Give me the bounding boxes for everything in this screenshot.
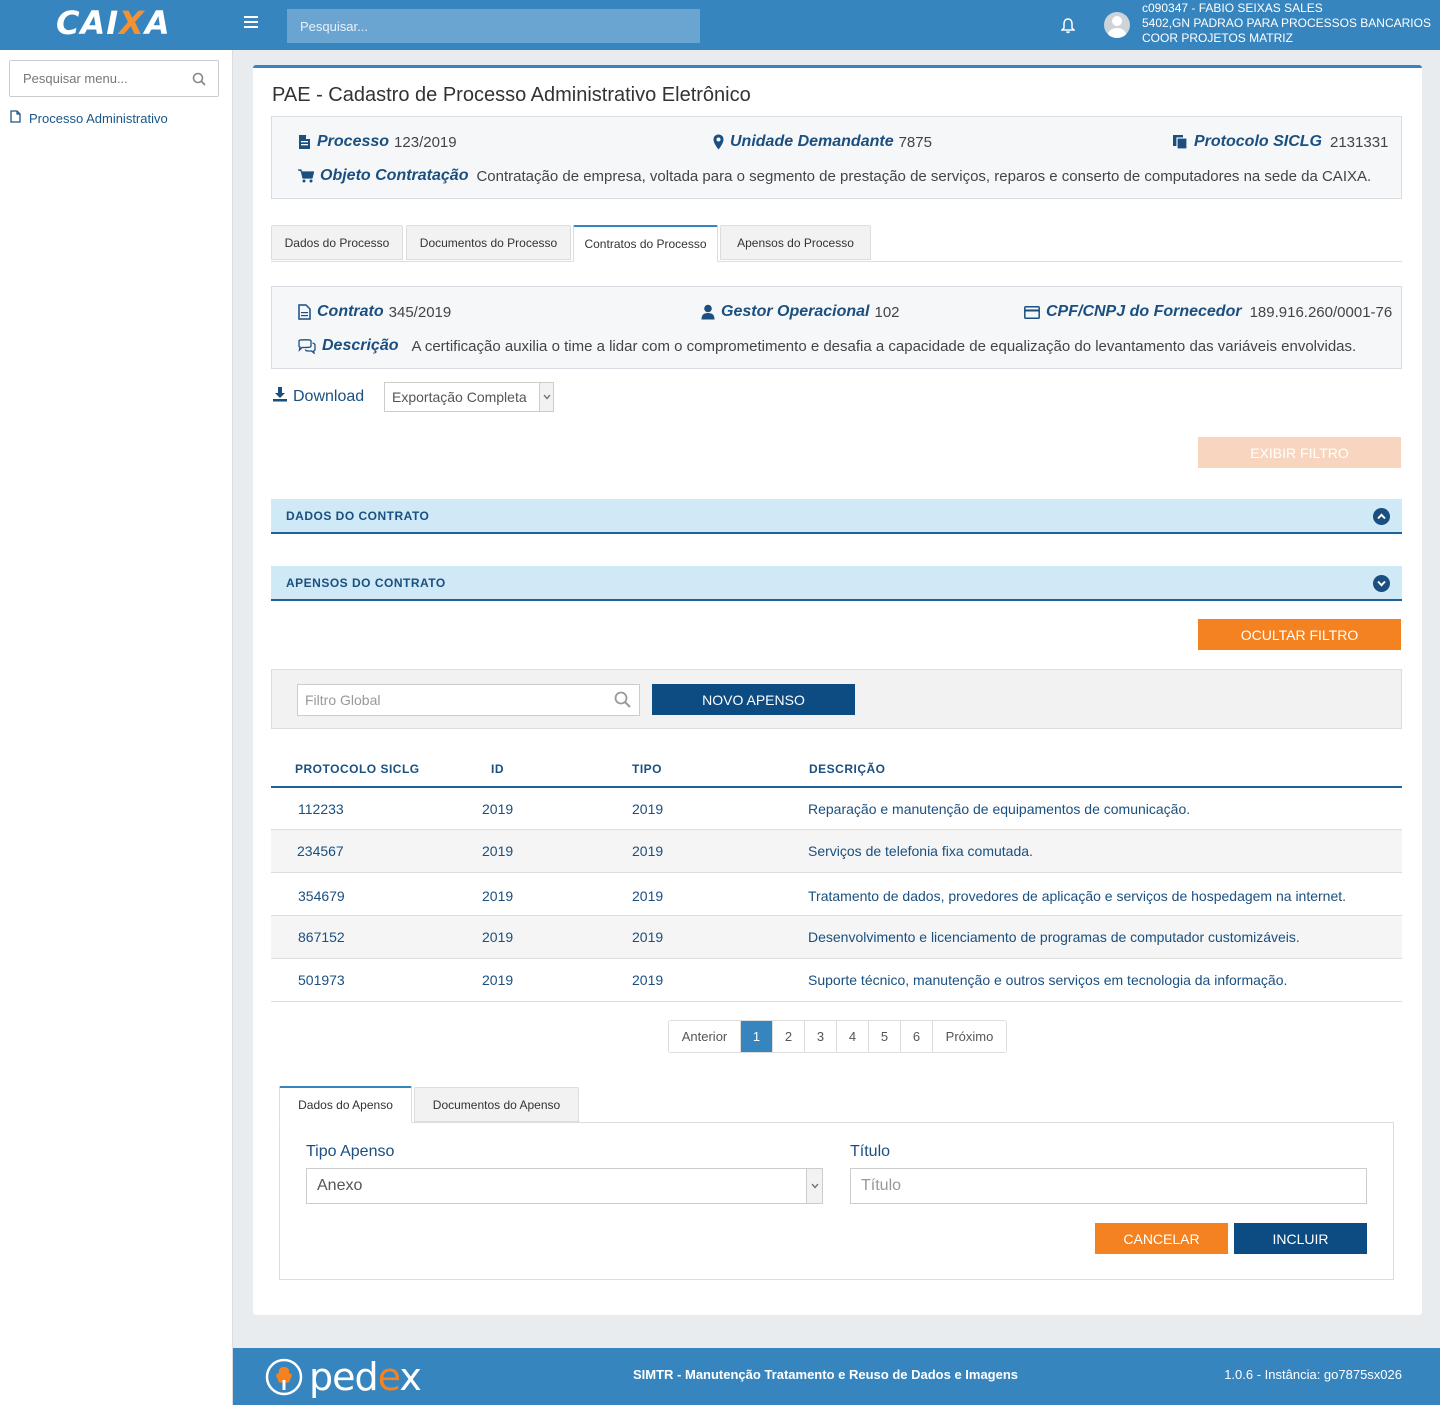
novo-apenso-button[interactable]: NOVO APENSO — [652, 684, 855, 715]
pagination-page[interactable]: 4 — [837, 1021, 869, 1052]
titulo-input[interactable] — [851, 1169, 1366, 1203]
cpf-cnpj-field: CPF/CNPJ do Fornecedor 189.916.260/0001-… — [1024, 303, 1392, 321]
pagination-page[interactable]: 1 — [741, 1021, 773, 1052]
pagination-page[interactable]: 2 — [773, 1021, 805, 1052]
dados-contrato-accordion[interactable]: DADOS DO CONTRATO — [271, 499, 1402, 534]
sidebar-item-label: Processo Administrativo — [29, 110, 168, 126]
filtro-global-input[interactable] — [298, 685, 598, 715]
process-tabs: Dados do Processo Documentos do Processo… — [271, 225, 1402, 262]
page-title: PAE - Cadastro de Processo Administrativ… — [272, 84, 751, 106]
user-name: c090347 - FABIO SEIXAS SALES — [1142, 1, 1323, 15]
download-button[interactable]: Download — [272, 386, 364, 407]
contract-info-box: Contrato 345/2019 Gestor Operacional 102… — [271, 286, 1402, 369]
bell-icon[interactable] — [1060, 18, 1076, 34]
pagination-page[interactable]: 6 — [901, 1021, 933, 1052]
user-icon — [701, 304, 715, 320]
ocultar-filtro-button[interactable]: OCULTAR FILTRO — [1198, 619, 1401, 650]
tipo-apenso-select[interactable]: Anexo — [306, 1168, 823, 1204]
pagination: Anterior 1 2 3 4 5 6 Próximo — [668, 1020, 1007, 1053]
column-header-tipo[interactable]: TIPO — [632, 762, 662, 776]
credit-card-icon — [1024, 305, 1040, 319]
processo-field: Processo 123/2019 — [298, 133, 457, 151]
pagination-previous[interactable]: Anterior — [669, 1021, 741, 1052]
map-marker-icon — [713, 134, 724, 150]
tree-icon — [265, 1358, 303, 1396]
pagination-next[interactable]: Próximo — [933, 1021, 1006, 1052]
column-header-id[interactable]: ID — [491, 762, 504, 776]
exibir-filtro-button[interactable]: EXIBIR FILTRO — [1198, 437, 1401, 468]
cancelar-button[interactable]: CANCELAR — [1095, 1223, 1228, 1254]
apensos-table: PROTOCOLO SICLG ID TIPO DESCRIÇÃO 112233… — [271, 751, 1402, 1002]
contrato-field: Contrato 345/2019 — [298, 303, 451, 321]
comments-icon — [298, 338, 316, 354]
hamburger-menu-icon[interactable] — [244, 16, 258, 30]
chevron-up-icon[interactable] — [1373, 508, 1390, 525]
tipo-apenso-label: Tipo Apenso — [306, 1143, 395, 1160]
tab-dados-apenso[interactable]: Dados do Apenso — [279, 1086, 412, 1123]
filtro-global — [297, 684, 640, 716]
tab-contratos-processo[interactable]: Contratos do Processo — [573, 225, 718, 262]
file-icon — [298, 304, 311, 320]
main-panel: PAE - Cadastro de Processo Administrativ… — [253, 65, 1422, 1315]
user-unit: COOR PROJETOS MATRIZ — [1142, 31, 1293, 45]
sidebar-search — [9, 60, 219, 97]
gestor-field: Gestor Operacional 102 — [701, 303, 900, 321]
search-icon[interactable] — [614, 691, 631, 711]
global-search-input[interactable] — [287, 9, 700, 43]
footer: pedex SIMTR - Manutenção Tratamento e Re… — [233, 1348, 1440, 1405]
download-icon — [272, 386, 288, 407]
top-navbar: CAIXA c090347 - FABIO SEIXAS SALES 5402,… — [0, 0, 1440, 50]
descricao-field: Descrição A certificação auxilia o time … — [298, 337, 1356, 355]
apensos-contrato-accordion[interactable]: APENSOS DO CONTRATO — [271, 566, 1402, 601]
footer-version: 1.0.6 - Instância: go7875sx026 — [1224, 1367, 1402, 1382]
user-role: 5402,GN PADRAO PARA PROCESSOS BANCARIOS — [1142, 16, 1431, 30]
apenso-form: Tipo Apenso Anexo Título CANCELAR INCLUI… — [279, 1122, 1394, 1280]
user-info[interactable]: c090347 - FABIO SEIXAS SALES 5402,GN PAD… — [1142, 1, 1431, 46]
export-type-select[interactable]: Exportação Completa — [384, 382, 554, 412]
column-header-protocolo[interactable]: PROTOCOLO SICLG — [295, 762, 420, 776]
table-header: PROTOCOLO SICLG ID TIPO DESCRIÇÃO — [271, 751, 1402, 788]
table-row[interactable]: 354679 2019 2019 Tratamento de dados, pr… — [271, 873, 1402, 916]
chevron-down-icon — [539, 383, 553, 411]
tab-documentos-apenso[interactable]: Documentos do Apenso — [414, 1087, 579, 1122]
titulo-field — [850, 1168, 1367, 1204]
search-icon[interactable] — [192, 72, 206, 89]
unidade-field: Unidade Demandante 7875 — [713, 133, 932, 151]
sidebar-item-processo-administrativo[interactable]: Processo Administrativo — [10, 110, 168, 126]
file-text-icon — [298, 134, 311, 150]
titulo-label: Título — [850, 1143, 891, 1160]
protocolo-field: Protocolo SICLG 2131331 — [1172, 133, 1388, 151]
user-avatar[interactable] — [1104, 12, 1130, 38]
file-icon — [10, 110, 21, 126]
objeto-field: Objeto Contratação Contratação de empres… — [298, 167, 1371, 185]
tab-apensos-processo[interactable]: Apensos do Processo — [720, 225, 871, 260]
pedex-logo: pedex — [265, 1358, 422, 1396]
process-info-box: Processo 123/2019 Unidade Demandante 787… — [271, 116, 1402, 199]
table-row[interactable]: 234567 2019 2019 Serviços de telefonia f… — [271, 830, 1402, 873]
caixa-logo[interactable]: CAIXA — [56, 4, 171, 42]
shopping-cart-icon — [298, 169, 314, 183]
sidebar: Processo Administrativo — [0, 50, 233, 1405]
tab-dados-processo[interactable]: Dados do Processo — [271, 225, 403, 260]
pagination-page[interactable]: 5 — [869, 1021, 901, 1052]
table-row[interactable]: 501973 2019 2019 Suporte técnico, manute… — [271, 959, 1402, 1002]
table-row[interactable]: 112233 2019 2019 Reparação e manutenção … — [271, 788, 1402, 830]
sidebar-search-input[interactable] — [10, 61, 180, 96]
footer-system-name: SIMTR - Manutenção Tratamento e Reuso de… — [633, 1367, 1019, 1382]
chevron-down-icon — [806, 1169, 822, 1203]
column-header-descricao[interactable]: DESCRIÇÃO — [809, 762, 886, 776]
incluir-button[interactable]: INCLUIR — [1234, 1223, 1367, 1254]
chevron-down-icon[interactable] — [1373, 575, 1390, 592]
filter-box: NOVO APENSO — [271, 669, 1402, 729]
table-row[interactable]: 867152 2019 2019 Desenvolvimento e licen… — [271, 916, 1402, 959]
pagination-page[interactable]: 3 — [805, 1021, 837, 1052]
tab-documentos-processo[interactable]: Documentos do Processo — [406, 225, 571, 260]
copy-icon — [1172, 134, 1188, 150]
